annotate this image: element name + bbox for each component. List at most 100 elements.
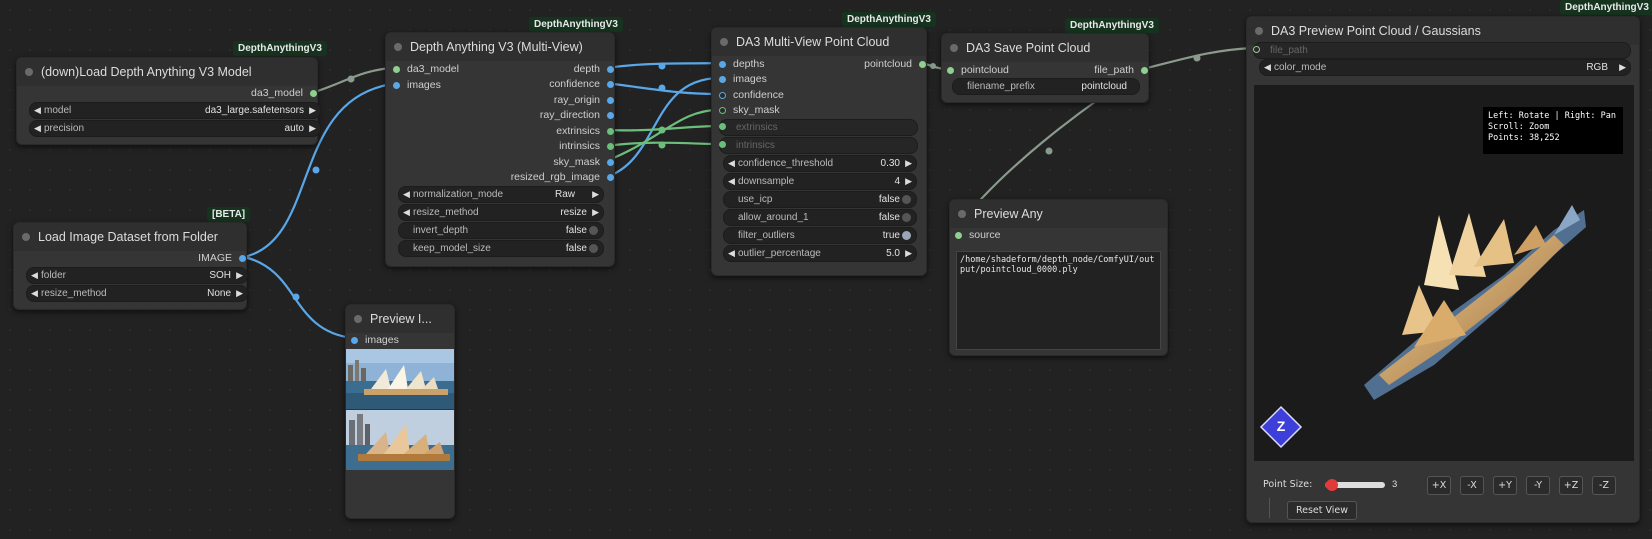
arrow-left-icon[interactable]: ◀ [1264, 60, 1271, 75]
depth-multiview-node[interactable]: Depth Anything V3 (Multi-View) da3_model… [385, 32, 615, 267]
orientation-gizmo[interactable]: Z [1259, 405, 1303, 449]
arrow-left-icon[interactable]: ◀ [728, 246, 735, 261]
output-sky-mask[interactable]: sky_mask [553, 155, 614, 170]
toggle-dot[interactable] [589, 226, 598, 235]
save-pointcloud-node[interactable]: DA3 Save Point Cloud pointcloud file_pat… [941, 33, 1149, 103]
input-depths[interactable]: depths [719, 57, 765, 72]
collapse-dot[interactable] [950, 44, 958, 52]
node-title[interactable]: Preview I... [346, 305, 454, 333]
confidence-threshold-slider[interactable]: ◀ confidence_threshold 0.30 ▶ [723, 155, 917, 172]
color-mode-combo[interactable]: ◀ color_mode RGB ▶ [1259, 59, 1631, 76]
folder-combo[interactable]: ◀ folder SOH ▶ [26, 267, 248, 284]
resize-method-combo[interactable]: ◀ resize_method None ▶ [26, 285, 248, 302]
filename-prefix-field[interactable]: filename_prefix pointcloud [952, 78, 1140, 95]
arrow-left-icon[interactable]: ◀ [31, 286, 38, 301]
input-sky-mask[interactable]: sky_mask [719, 103, 780, 118]
input-confidence[interactable]: confidence [719, 88, 784, 103]
use-icp-toggle[interactable]: use_icp false [723, 191, 917, 208]
collapse-dot[interactable] [1255, 27, 1263, 35]
preview-text[interactable]: /home/shadeform/depth_node/ComfyUI/outpu… [956, 251, 1161, 350]
keep-model-size-toggle[interactable]: keep_model_size false [398, 240, 604, 257]
load-images-node[interactable]: Load Image Dataset from Folder IMAGE ◀ fo… [13, 222, 248, 310]
arrow-right-icon[interactable]: ▶ [905, 156, 912, 171]
input-da3-model[interactable]: da3_model [393, 62, 459, 77]
input-pointcloud[interactable]: pointcloud [947, 63, 1009, 78]
node-title[interactable]: DA3 Multi-View Point Cloud [712, 28, 926, 56]
collapse-dot[interactable] [394, 43, 402, 51]
output-depth[interactable]: depth [574, 62, 614, 77]
arrow-right-icon[interactable]: ▶ [592, 187, 599, 202]
resize-method-combo[interactable]: ◀ resize_method resize ▶ [398, 204, 604, 221]
allow-around-toggle[interactable]: allow_around_1 false [723, 209, 917, 226]
collapse-dot[interactable] [720, 38, 728, 46]
output-ray-origin[interactable]: ray_origin [554, 93, 614, 108]
arrow-left-icon[interactable]: ◀ [728, 174, 735, 189]
toggle-dot[interactable] [902, 195, 911, 204]
arrow-right-icon[interactable]: ▶ [309, 121, 316, 136]
collapse-dot[interactable] [25, 68, 33, 76]
node-title[interactable]: DA3 Preview Point Cloud / Gaussians [1247, 17, 1639, 45]
arrow-left-icon[interactable]: ◀ [31, 268, 38, 283]
collapse-dot[interactable] [22, 233, 30, 241]
file-path-input-widget[interactable]: file_path [1253, 42, 1631, 59]
toggle-dot[interactable] [589, 244, 598, 253]
collapse-dot[interactable] [354, 315, 362, 323]
load-model-node[interactable]: (down)Load Depth Anything V3 Model da3_m… [16, 57, 321, 145]
preview-any-node[interactable]: Preview Any source /home/shadeform/depth… [949, 199, 1168, 356]
arrow-right-icon[interactable]: ▶ [1619, 60, 1626, 75]
arrow-right-icon[interactable]: ▶ [905, 246, 912, 261]
output-confidence[interactable]: confidence [549, 77, 614, 92]
node-title[interactable]: Depth Anything V3 (Multi-View) [386, 33, 614, 61]
input-images[interactable]: images [351, 333, 399, 348]
input-source[interactable]: source [955, 228, 1001, 243]
node-title[interactable]: DA3 Save Point Cloud [942, 34, 1148, 62]
input-images[interactable]: images [719, 72, 767, 87]
arrow-left-icon[interactable]: ◀ [403, 205, 410, 220]
preview-image-node[interactable]: Preview I... images [345, 304, 455, 519]
axis-minus-x-button[interactable]: -X [1460, 476, 1484, 495]
arrow-right-icon[interactable]: ▶ [592, 205, 599, 220]
node-title[interactable]: Load Image Dataset from Folder [14, 223, 246, 251]
normalization-mode-combo[interactable]: ◀ normalization_mode Raw ▶ [398, 186, 604, 203]
output-intrinsics[interactable]: intrinsics [559, 139, 614, 154]
arrow-left-icon[interactable]: ◀ [403, 187, 410, 202]
output-da3-model[interactable]: da3_model [251, 86, 317, 101]
output-ray-direction[interactable]: ray_direction [540, 108, 614, 123]
output-file-path[interactable]: file_path [1094, 63, 1148, 78]
slider-thumb[interactable] [1326, 479, 1338, 491]
extrinsics-input-widget[interactable]: extrinsics [719, 119, 918, 136]
arrow-right-icon[interactable]: ▶ [905, 174, 912, 189]
output-pointcloud[interactable]: pointcloud [864, 57, 926, 72]
output-extrinsics[interactable]: extrinsics [556, 124, 614, 139]
axis-minus-z-button[interactable]: -Z [1592, 476, 1616, 495]
toggle-dot[interactable] [902, 231, 911, 240]
invert-depth-toggle[interactable]: invert_depth false [398, 222, 604, 239]
preview-thumbnail-1[interactable] [346, 349, 454, 409]
collapse-dot[interactable] [958, 210, 966, 218]
arrow-right-icon[interactable]: ▶ [236, 286, 243, 301]
multiview-pointcloud-node[interactable]: DA3 Multi-View Point Cloud depths images… [711, 27, 927, 276]
toggle-dot[interactable] [902, 213, 911, 222]
arrow-left-icon[interactable]: ◀ [34, 121, 41, 136]
arrow-right-icon[interactable]: ▶ [236, 268, 243, 283]
filter-outliers-toggle[interactable]: filter_outliers true [723, 227, 917, 244]
output-image[interactable]: IMAGE [198, 251, 246, 266]
input-images[interactable]: images [393, 78, 441, 93]
preview-pointcloud-node[interactable]: DA3 Preview Point Cloud / Gaussians file… [1246, 16, 1640, 523]
precision-combo[interactable]: ◀ precision auto ▶ [29, 120, 321, 137]
axis-plus-z-button[interactable]: +Z [1559, 476, 1583, 495]
arrow-left-icon[interactable]: ◀ [728, 156, 735, 171]
intrinsics-input-widget[interactable]: intrinsics [719, 137, 918, 154]
axis-minus-y-button[interactable]: -Y [1526, 476, 1550, 495]
axis-plus-y-button[interactable]: +Y [1493, 476, 1517, 495]
axis-plus-x-button[interactable]: +X [1427, 476, 1451, 495]
point-size-slider[interactable] [1325, 479, 1385, 491]
model-combo[interactable]: ◀ model da3_large.safetensors ▶ [29, 102, 321, 119]
arrow-right-icon[interactable]: ▶ [309, 103, 316, 118]
downsample-number[interactable]: ◀ downsample 4 ▶ [723, 173, 917, 190]
node-title[interactable]: (down)Load Depth Anything V3 Model [17, 58, 317, 86]
outlier-percentage-slider[interactable]: ◀ outlier_percentage 5.0 ▶ [723, 245, 917, 262]
arrow-left-icon[interactable]: ◀ [34, 103, 41, 118]
output-resized-rgb[interactable]: resized_rgb_image [511, 170, 614, 185]
node-title[interactable]: Preview Any [950, 200, 1167, 228]
